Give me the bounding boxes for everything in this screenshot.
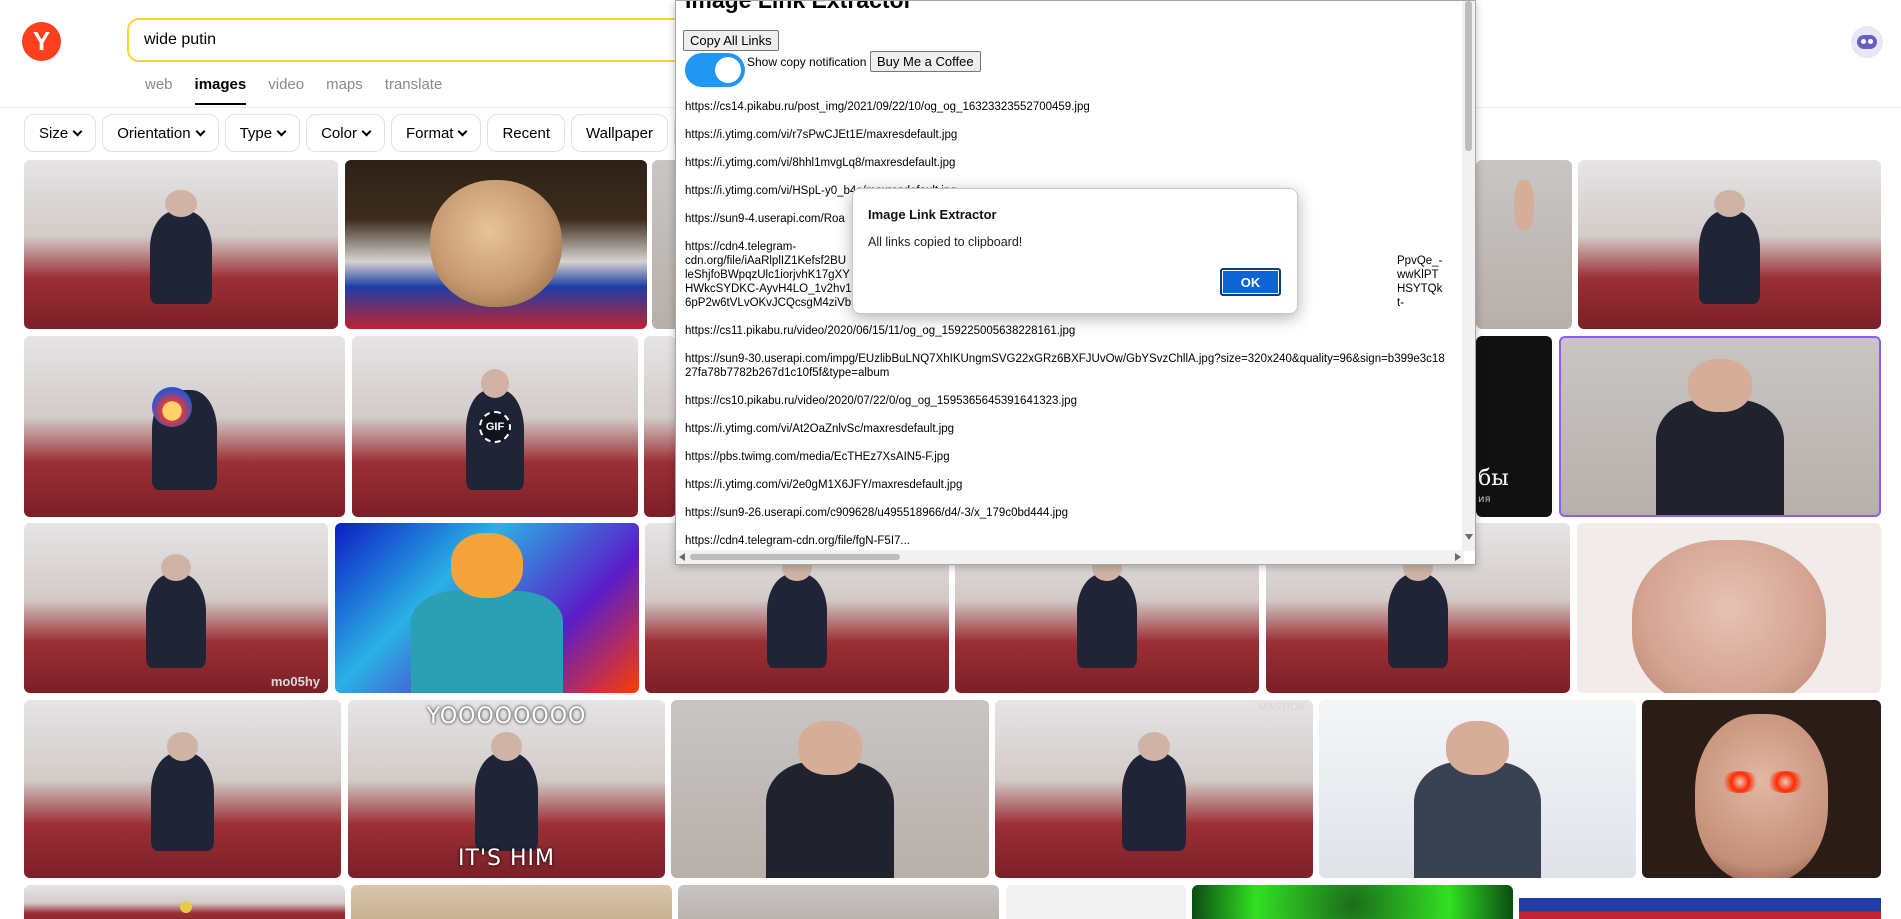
image-result[interactable] [644, 336, 676, 517]
tab-images[interactable]: images [194, 76, 247, 105]
filter-label: Format [405, 124, 454, 142]
buy-me-a-coffee-button[interactable]: Buy Me a Coffee [870, 51, 981, 72]
image-result[interactable] [24, 885, 345, 919]
link-line-tail: PpvQe_- [1397, 255, 1443, 267]
image-result[interactable] [671, 700, 989, 878]
image-result[interactable] [24, 336, 345, 517]
link-item[interactable]: https://i.ytimg.com/vi/2e0gM1X6JFY/maxre… [685, 478, 1445, 492]
filter-color[interactable]: Color [306, 114, 385, 152]
image-watermark: mo05hy [270, 674, 320, 689]
alert-ok-button[interactable]: OK [1220, 268, 1281, 296]
tab-maps[interactable]: maps [326, 76, 363, 105]
meme-caption-top: YOOOOOOOO [426, 704, 587, 729]
chevron-down-icon [276, 126, 287, 136]
alert-dialog: Image Link Extractor All links copied to… [852, 188, 1298, 314]
copy-all-links-button[interactable]: Copy All Links [683, 30, 779, 51]
tab-web[interactable]: web [145, 76, 173, 105]
popup-title: Image Link Extractor [685, 0, 913, 13]
search-input[interactable] [144, 31, 704, 49]
link-item[interactable]: https://i.ytimg.com/vi/r7sPwCJEt1E/maxre… [685, 128, 1445, 142]
filter-size[interactable]: Size [24, 114, 97, 152]
scroll-right-arrow-icon[interactable] [1455, 553, 1461, 561]
image-result[interactable] [1578, 160, 1881, 329]
image-result[interactable] [1559, 336, 1881, 517]
image-watermark: MASTION [1258, 702, 1305, 713]
link-line-tail: wwKlPTHSYTQkt- [1397, 269, 1443, 309]
scroll-left-arrow-icon[interactable] [679, 553, 685, 561]
luchador-mask-sticker [152, 386, 193, 427]
scroll-down-arrow-icon[interactable] [1465, 534, 1473, 540]
image-result[interactable] [1476, 160, 1572, 329]
vertical-scrollbar[interactable] [1462, 1, 1475, 551]
image-result[interactable] [345, 160, 647, 329]
alert-message: All links copied to clipboard! [868, 235, 1023, 249]
filter-recent[interactable]: Recent [487, 114, 565, 152]
image-result[interactable] [1006, 885, 1186, 919]
link-item[interactable]: https://cs11.pikabu.ru/video/2020/06/15/… [685, 324, 1445, 338]
image-result[interactable] [1642, 700, 1881, 878]
image-result[interactable]: бы ия [1476, 336, 1552, 517]
robot-assistant-icon[interactable] [1851, 26, 1883, 58]
gif-badge-icon: GIF [479, 410, 511, 443]
image-result[interactable]: MASTION [995, 700, 1313, 878]
link-item[interactable]: https://sun9-30.userapi.com/impg/EUzlibB… [685, 352, 1445, 380]
image-result[interactable] [678, 885, 999, 919]
logo-letter: Y [32, 26, 51, 56]
robot-face-icon [1857, 35, 1877, 49]
image-result[interactable]: GIF [352, 336, 638, 517]
filter-label: Size [39, 124, 69, 142]
image-result[interactable] [1319, 700, 1636, 878]
image-result[interactable] [1577, 523, 1881, 693]
horizontal-scrollbar[interactable] [676, 550, 1464, 564]
image-result[interactable] [24, 160, 338, 329]
link-item[interactable]: https://i.ytimg.com/vi/At2OaZnlvSc/maxre… [685, 422, 1445, 436]
filter-bar: Size Orientation Type Color Format Recen… [24, 114, 715, 152]
browser-page: Y web images video maps translate Size O… [0, 0, 1901, 919]
toggle-knob [715, 57, 741, 83]
image-overlay-subtext: ия [1478, 494, 1491, 505]
image-result[interactable] [1192, 885, 1513, 919]
chevron-down-icon [458, 126, 468, 136]
filter-wallpaper[interactable]: Wallpaper [571, 114, 668, 152]
yandex-logo[interactable]: Y [22, 22, 61, 61]
link-item[interactable]: https://pbs.twimg.com/media/EcTHEz7XsAIN… [685, 450, 1445, 464]
image-result[interactable] [1519, 885, 1881, 919]
meme-caption-bottom: IT'S HIM [458, 846, 555, 871]
search-tabs: web images video maps translate [145, 76, 442, 105]
image-result[interactable]: YOOOOOOOO IT'S HIM [348, 700, 665, 878]
filter-label: Recent [502, 124, 550, 142]
image-result[interactable] [351, 885, 672, 919]
link-item[interactable]: https://cdn4.telegram-cdn.org/file/fgN-F… [685, 534, 1445, 548]
filter-type[interactable]: Type [224, 114, 301, 152]
link-item[interactable]: https://sun9-26.userapi.com/c909628/u495… [685, 506, 1445, 520]
image-result[interactable] [335, 523, 639, 693]
link-item[interactable]: https://i.ytimg.com/vi/8hhl1mvgLq8/maxre… [685, 156, 1445, 170]
filter-label: Type [239, 124, 273, 142]
filter-label: Color [321, 124, 357, 142]
filter-label: Wallpaper [586, 124, 653, 142]
link-item[interactable]: https://cs10.pikabu.ru/video/2020/07/22/… [685, 394, 1445, 408]
scroll-thumb[interactable] [690, 554, 900, 560]
filter-label: Orientation [117, 124, 191, 142]
image-overlay-text: бы [1478, 466, 1509, 491]
tab-video[interactable]: video [268, 76, 304, 105]
chevron-down-icon [195, 126, 206, 136]
tab-translate[interactable]: translate [385, 76, 443, 105]
scroll-thumb[interactable] [1465, 1, 1472, 151]
chevron-down-icon [361, 126, 372, 136]
show-notification-toggle[interactable] [685, 53, 745, 87]
chevron-down-icon [72, 126, 83, 136]
alert-title: Image Link Extractor [868, 207, 997, 222]
link-list: https://cs14.pikabu.ru/post_img/2021/09/… [685, 100, 1445, 562]
search-box[interactable] [127, 18, 727, 62]
link-item[interactable]: https://cs14.pikabu.ru/post_img/2021/09/… [685, 100, 1445, 114]
filter-orientation[interactable]: Orientation [102, 114, 219, 152]
image-result[interactable]: mo05hy [24, 523, 328, 693]
show-notification-label: Show copy notification [747, 55, 867, 69]
filter-format[interactable]: Format [390, 114, 482, 152]
image-result[interactable] [24, 700, 341, 878]
